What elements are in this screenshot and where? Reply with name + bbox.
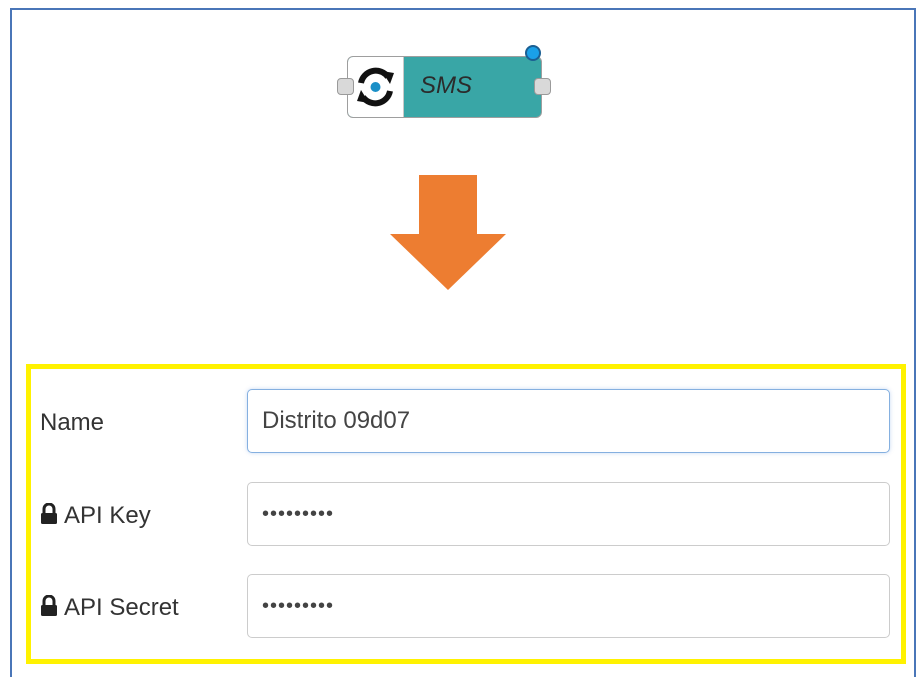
changed-status-dot (525, 45, 541, 61)
node-label: SMS (420, 72, 473, 99)
output-port[interactable] (534, 78, 551, 95)
api-key-input[interactable] (247, 482, 890, 546)
api-key-label: API Key (64, 502, 151, 529)
api-key-label-wrap: API Key (40, 502, 151, 530)
config-panel: Name API Key API Secret (26, 364, 906, 664)
api-secret-label: API Secret (64, 594, 179, 621)
lock-icon (41, 503, 57, 524)
api-secret-label-wrap: API Secret (40, 594, 179, 622)
api-key-row: API Key (31, 482, 901, 546)
lock-icon (41, 595, 57, 616)
input-port[interactable] (337, 78, 354, 95)
sync-icon (357, 67, 394, 107)
name-row: Name (31, 389, 901, 453)
down-arrow-icon (390, 175, 506, 290)
node-icon-box (348, 57, 404, 117)
api-secret-row: API Secret (31, 574, 901, 638)
name-label: Name (40, 409, 105, 436)
name-input[interactable] (247, 389, 890, 453)
node-body[interactable]: SMS (347, 56, 542, 118)
sms-node[interactable]: SMS (337, 45, 551, 118)
api-secret-input[interactable] (247, 574, 890, 638)
